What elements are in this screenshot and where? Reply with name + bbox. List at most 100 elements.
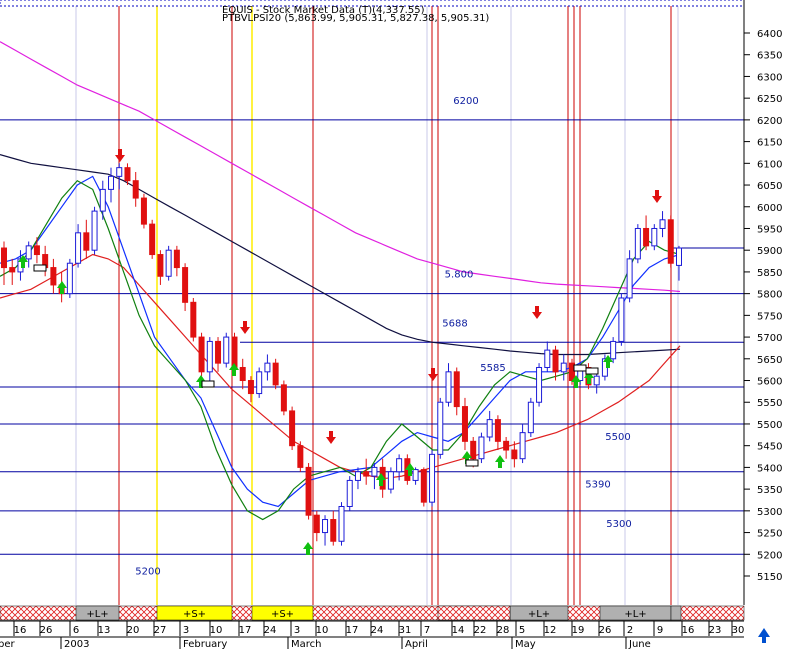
y-tick-label: 5500 [757, 420, 782, 431]
candle-body [626, 258, 633, 299]
candle-body [33, 245, 40, 256]
candle-body [83, 232, 90, 251]
price-chart[interactable]: 62005.800568855855500539053005200 EQUIS … [0, 0, 789, 650]
y-tick-label: 5450 [757, 442, 782, 453]
month-label: April [405, 639, 428, 649]
candle-body [289, 410, 296, 447]
y-tick-label: 5850 [757, 268, 782, 279]
candle-body [231, 336, 238, 368]
candle-body [280, 384, 287, 412]
month-label: February [183, 639, 227, 649]
candle-body [140, 197, 147, 225]
x-tick-label: 19 [572, 625, 585, 636]
candle-body [363, 471, 370, 477]
exit-marker [201, 380, 215, 388]
x-tick-label: 9 [657, 625, 663, 636]
candle-body [108, 175, 115, 190]
x-tick-label: 10 [210, 625, 223, 636]
candle-body [552, 349, 559, 373]
candle-body [239, 366, 246, 382]
candle-body [132, 180, 139, 199]
candle-body [247, 380, 254, 395]
candle-body [503, 440, 510, 451]
candle-body [182, 267, 189, 303]
candle-body [470, 440, 477, 460]
candle-body [519, 432, 526, 460]
y-tick-label: 5950 [757, 224, 782, 235]
candle-body [659, 219, 666, 229]
x-tick-label: 16 [682, 625, 695, 636]
candle-body [198, 336, 205, 373]
candle-body [338, 505, 345, 542]
candle-body [75, 232, 82, 264]
band-label: +S+ [271, 609, 294, 620]
candle-body [313, 514, 320, 534]
candle-body [190, 301, 197, 338]
candle-body [173, 249, 180, 269]
x-tick-label: 22 [474, 625, 487, 636]
y-tick-label: 5200 [757, 550, 782, 561]
exit-marker [33, 264, 47, 272]
band-label: +L+ [86, 609, 108, 620]
candle-body [396, 458, 403, 473]
month-label: 2003 [64, 639, 89, 649]
x-tick-label: 13 [98, 625, 111, 636]
candle-body [593, 375, 600, 386]
candle-body [66, 262, 73, 295]
candle-body [618, 297, 625, 342]
x-tick-label: 28 [497, 625, 510, 636]
band-segment [437, 605, 511, 621]
candle-body [99, 188, 106, 212]
candle-body [478, 436, 485, 460]
x-tick-label: 24 [264, 625, 277, 636]
exit-marker [573, 364, 587, 372]
candle-body [461, 406, 468, 442]
x-tick-label: 17 [239, 625, 252, 636]
y-tick-label: 6050 [757, 181, 782, 192]
month-label: March [291, 639, 321, 649]
x-tick-label: 14 [452, 625, 465, 636]
exit-marker [585, 367, 599, 375]
y-tick-label: 6200 [757, 116, 782, 127]
y-tick-label: 5750 [757, 311, 782, 322]
y-tick-label: 5150 [757, 572, 782, 583]
candle-body [544, 349, 551, 368]
candle-body [223, 336, 230, 364]
candle-body [511, 449, 518, 460]
x-tick-label: 20 [127, 625, 140, 636]
level-label: 6200 [453, 96, 478, 107]
candle-body [527, 401, 534, 434]
y-tick-label: 5250 [757, 529, 782, 540]
candle-body [305, 466, 312, 516]
candle-body [346, 479, 353, 507]
candle-body [1, 247, 7, 269]
x-tick-label: 16 [14, 625, 27, 636]
candle-body [256, 371, 263, 395]
exit-marker [465, 459, 479, 467]
y-tick-label: 6100 [757, 159, 782, 170]
level-label: 5688 [442, 318, 467, 329]
band-label: +S+ [183, 609, 206, 620]
y-tick-label: 6150 [757, 138, 782, 149]
x-tick-label: 17 [346, 625, 359, 636]
y-tick-label: 6250 [757, 94, 782, 105]
header-line2: PTBVLPSI20 (5,863.99, 5,905.31, 5,827.38… [222, 13, 489, 24]
y-tick-label: 6350 [757, 51, 782, 62]
candle-body [420, 469, 427, 503]
candle-body [560, 362, 567, 373]
candle-body [651, 227, 658, 247]
level-label: 5300 [606, 519, 631, 530]
month-label: May [515, 639, 536, 649]
x-tick-label: 31 [399, 625, 412, 636]
x-tick-label: 3 [183, 625, 189, 636]
candle-body [354, 471, 361, 481]
left-edge-month-label: ber [0, 639, 16, 649]
candle-body [116, 167, 123, 177]
candle-body [124, 167, 131, 182]
level-label: 5.800 [445, 270, 474, 281]
y-tick-label: 5300 [757, 507, 782, 518]
x-tick-label: 3 [294, 625, 300, 636]
candle-body [643, 227, 650, 247]
candle-body [667, 219, 674, 264]
candle-body [437, 401, 444, 455]
